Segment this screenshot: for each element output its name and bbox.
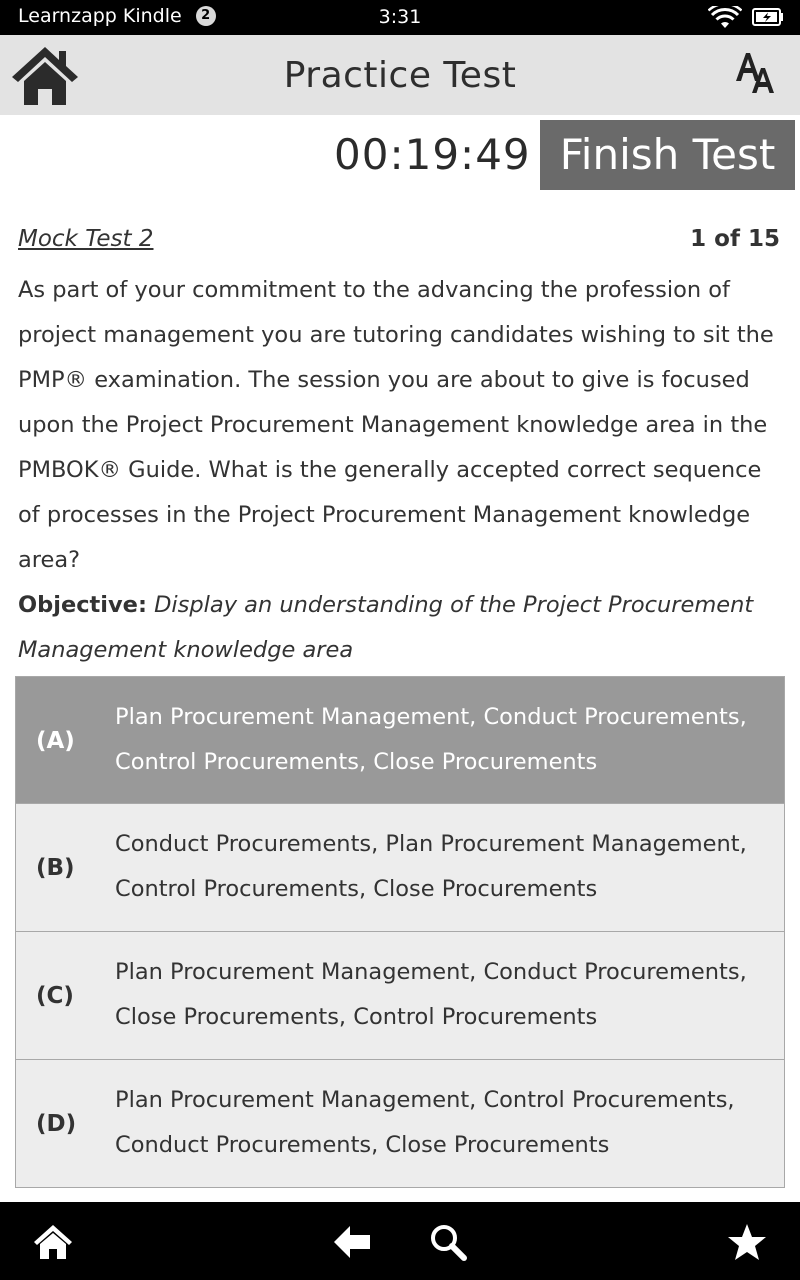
status-time: 3:31 [378, 6, 422, 28]
home-icon[interactable] [33, 1222, 73, 1262]
question-counter: 1 of 15 [690, 226, 780, 252]
wifi-icon [708, 6, 742, 28]
option-text: Conduct Procurements, Plan Procurement M… [115, 831, 747, 902]
option-b[interactable]: (B) Conduct Procurements, Plan Procureme… [15, 804, 785, 932]
option-text: Plan Procurement Management, Control Pro… [115, 1087, 735, 1158]
option-c[interactable]: (C) Plan Procurement Management, Conduct… [15, 932, 785, 1060]
favorite-star-icon[interactable] [727, 1222, 767, 1262]
objective: Objective: Display an understanding of t… [18, 583, 788, 673]
finish-test-button[interactable]: Finish Test [540, 120, 795, 190]
mock-test-link[interactable]: Mock Test 2 [18, 226, 154, 252]
status-bar: Learnzapp Kindle 2 3:31 [0, 0, 800, 35]
font-size-icon[interactable] [734, 51, 778, 95]
option-a[interactable]: (A) Plan Procurement Management, Conduct… [15, 676, 785, 804]
answer-options: (A) Plan Procurement Management, Conduct… [15, 676, 785, 1188]
option-text: Plan Procurement Management, Conduct Pro… [115, 704, 747, 775]
battery-charging-icon [752, 8, 783, 26]
title-bar: Practice Test [0, 35, 800, 115]
countdown-timer: 00:19:49 [334, 130, 531, 179]
option-letter: (A) [36, 728, 75, 754]
option-letter: (C) [36, 983, 74, 1009]
search-icon[interactable] [428, 1222, 468, 1262]
question-text: As part of your commitment to the advanc… [18, 277, 774, 573]
objective-label: Objective: [18, 592, 147, 618]
option-letter: (B) [36, 855, 75, 881]
option-d[interactable]: (D) Plan Procurement Management, Control… [15, 1060, 785, 1188]
page-title: Practice Test [283, 55, 517, 96]
option-letter: (D) [36, 1111, 77, 1137]
option-text: Plan Procurement Management, Conduct Pro… [115, 959, 747, 1030]
back-arrow-icon[interactable] [332, 1222, 372, 1262]
bottom-nav-bar [0, 1202, 800, 1280]
